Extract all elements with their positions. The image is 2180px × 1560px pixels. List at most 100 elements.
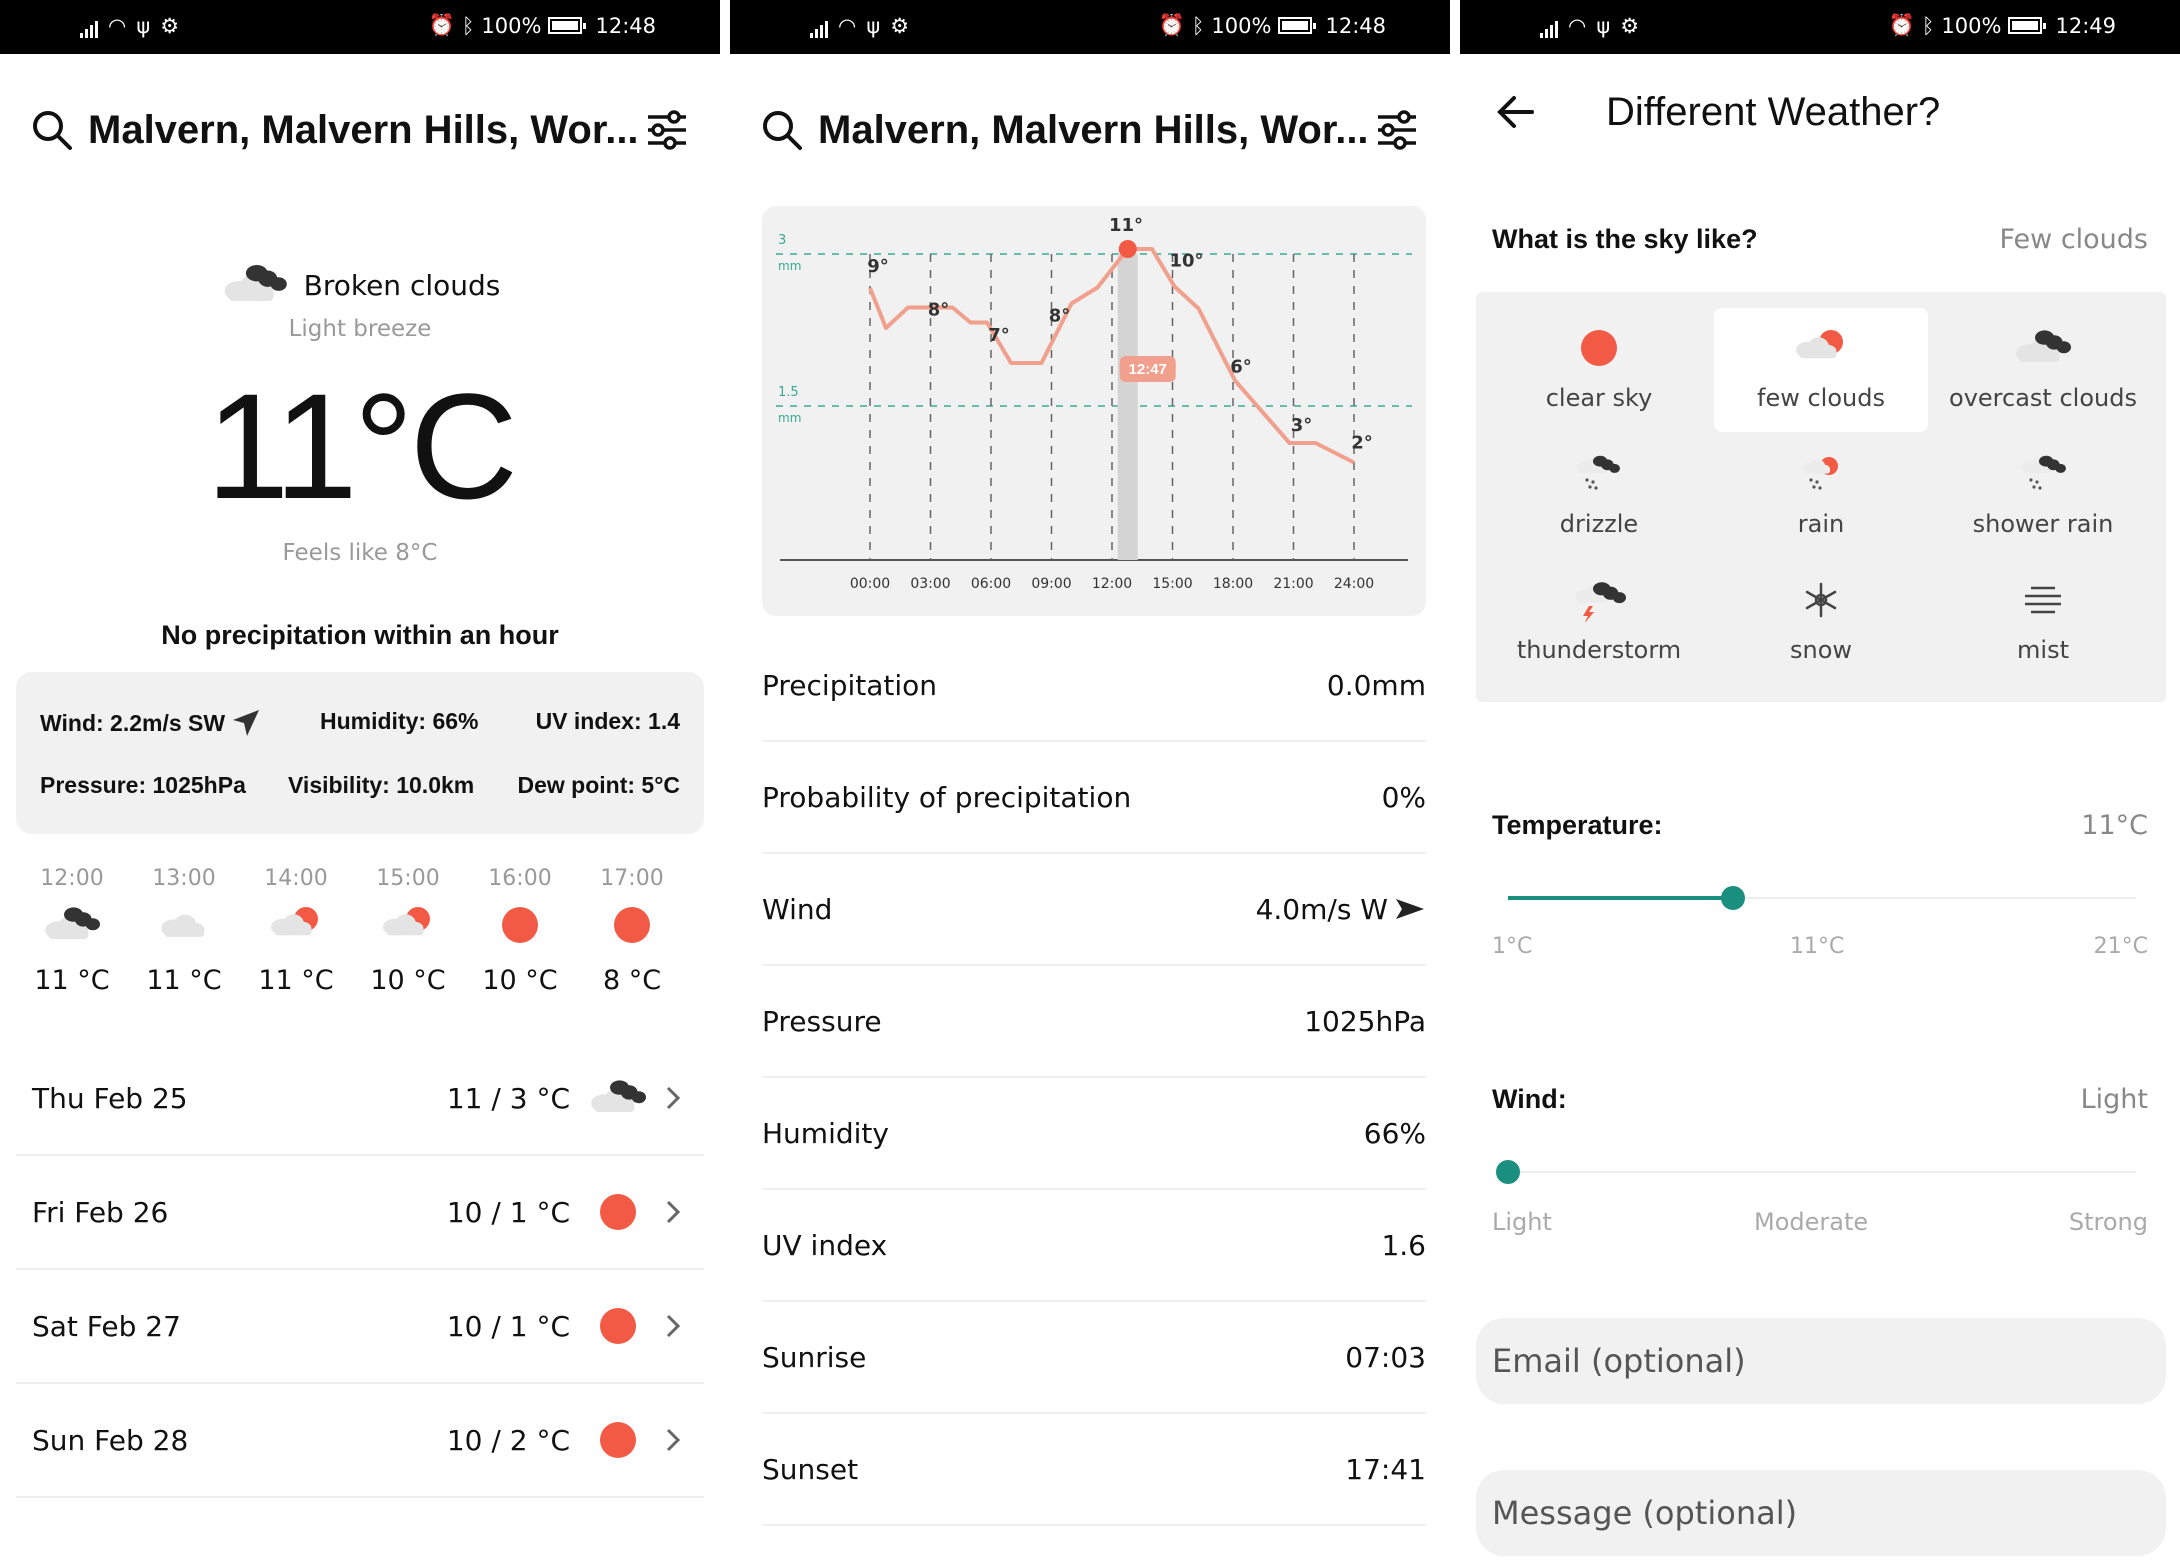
wind-slider[interactable] (1496, 1154, 2136, 1190)
daily-row[interactable]: Sun Feb 28 10 / 2 °C (16, 1384, 704, 1498)
sky-option-drizzle[interactable]: drizzle (1492, 434, 1706, 558)
chevron-right-icon[interactable] (658, 1311, 688, 1341)
sky-option-overcast-clouds[interactable]: overcast clouds (1936, 308, 2150, 432)
condition-text: Broken clouds (303, 268, 501, 302)
wind-slider-thumb[interactable] (1496, 1160, 1520, 1184)
battery-percent: 100% (481, 13, 542, 38)
details-list: Precipitation 0.0mm Probability of precipi… (762, 630, 1426, 1526)
sky-option-thunderstorm[interactable]: thunderstorm (1492, 560, 1706, 684)
hourly-item: 16:00 10 °C (478, 866, 562, 996)
temperature-chart[interactable]: 3 mm 1.5 mm 00:00 03:00 06:00 09:00 12:00 15:00 18… (762, 206, 1426, 616)
location-bar: Malvern, Malvern Hills, Wor... (30, 90, 690, 170)
search-icon[interactable] (760, 108, 804, 152)
temperature-mid: 11°C (1790, 934, 1845, 959)
usb-icon: ψ (866, 14, 881, 38)
chevron-right-icon[interactable] (658, 1083, 688, 1113)
broken-clouds-icon (220, 260, 290, 310)
header: Different Weather? (1496, 72, 2150, 152)
sky-option-label: shower rain (1972, 510, 2114, 538)
hourly-time: 14:00 (264, 866, 328, 891)
sky-option-mist[interactable]: mist (1936, 560, 2150, 684)
wind-stat: Wind: 2.2m/s SW (40, 709, 226, 736)
wind-value: Light (2080, 1084, 2148, 1115)
temperature-data-label: 8° (928, 300, 950, 321)
signal-icon (80, 20, 98, 38)
clear-sun-icon (588, 1190, 648, 1234)
pressure-stat: Pressure: 1025hPa (40, 772, 246, 798)
sky-option-clear-sky[interactable]: clear sky (1492, 308, 1706, 432)
detail-row: Pressure 1025hPa (762, 966, 1426, 1078)
location-title[interactable]: Malvern, Malvern Hills, Wor... (818, 108, 1374, 153)
signal-icon (810, 20, 828, 38)
hourly-time: 17:00 (600, 866, 664, 891)
clock: 12:49 (2055, 13, 2116, 38)
clock: 12:48 (595, 13, 656, 38)
status-bar: ◠ ψ ⚙ ⏰ ᛒ 100% 12:48 (0, 0, 720, 54)
y-tick-label: 1.5 (778, 385, 799, 400)
feels-like: Feels like 8°C (282, 540, 438, 566)
x-tick-label: 24:00 (1334, 576, 1374, 592)
overcast-cloud-icon (142, 903, 226, 959)
sky-option-label: snow (1789, 636, 1853, 664)
clear-sun-icon (1492, 326, 1706, 376)
wifi-icon: ◠ (838, 14, 857, 38)
message-field[interactable] (1476, 1470, 2166, 1556)
wifi-icon: ◠ (108, 14, 127, 38)
daily-row[interactable]: Fri Feb 26 10 / 1 °C (16, 1156, 704, 1270)
clear-sun-icon (478, 903, 562, 959)
battery-icon (2008, 17, 2047, 34)
hourly-item: 14:00 11 °C (254, 866, 338, 996)
temperature-data-label: 6° (1230, 357, 1252, 378)
detail-value: 66% (1363, 1116, 1426, 1150)
chevron-right-icon[interactable] (658, 1425, 688, 1455)
search-icon[interactable] (30, 108, 74, 152)
hourly-forecast[interactable]: 12:00 11 °C 13:00 11 °C 14:00 11 °C 15:00 1… (0, 866, 720, 1016)
location-bar: Malvern, Malvern Hills, Wor... (760, 90, 1420, 170)
page-title: Different Weather? (1606, 89, 1941, 134)
snowflake-icon (1714, 578, 1928, 628)
detail-row: UV index 1.6 (762, 1190, 1426, 1302)
daily-day: Thu Feb 25 (32, 1081, 188, 1115)
temperature-data-label: 7° (988, 325, 1010, 346)
email-field[interactable] (1476, 1318, 2166, 1404)
detail-value: 1025hPa (1304, 1004, 1426, 1038)
daily-day: Sun Feb 28 (32, 1423, 189, 1457)
daily-row[interactable]: Sat Feb 27 10 / 1 °C (16, 1270, 704, 1384)
temperature-chart-card: 3 mm 1.5 mm 00:00 03:00 06:00 09:00 12:00 15:00 18… (762, 206, 1426, 616)
filter-settings-icon[interactable] (1374, 107, 1420, 153)
detail-value: 4.0m/s W (1255, 892, 1388, 926)
usb-icon: ψ (1596, 14, 1611, 38)
temperature-slider[interactable] (1508, 880, 2136, 916)
detail-row: Wind 4.0m/s W (762, 854, 1426, 966)
temperature-data-label: 10° (1169, 251, 1203, 272)
sky-option-rain[interactable]: rain (1714, 434, 1928, 558)
bluetooth-icon: ᛒ (1191, 13, 1205, 38)
temperature-label: Temperature: (1492, 810, 1663, 840)
daily-day: Sat Feb 27 (32, 1309, 181, 1343)
details-screen: ◠ ψ ⚙ ⏰ ᛒ 100% 12:48 Malvern, Malvern Hills, … (730, 0, 1450, 1560)
detail-value: 0.0mm (1326, 668, 1426, 702)
sky-option-label: overcast clouds (1949, 384, 2137, 412)
detail-label: Pressure (762, 1004, 882, 1038)
settings-icon: ⚙ (1620, 14, 1640, 38)
chevron-right-icon[interactable] (658, 1197, 688, 1227)
detail-value: 07:03 (1345, 1340, 1426, 1374)
sky-option-few-clouds[interactable]: few clouds (1714, 308, 1928, 432)
location-title[interactable]: Malvern, Malvern Hills, Wor... (88, 108, 644, 153)
thunderstorm-icon (1492, 578, 1706, 628)
sky-option-snow[interactable]: snow (1714, 560, 1928, 684)
sky-option-shower-rain[interactable]: shower rain (1936, 434, 2150, 558)
x-tick-label: 18:00 (1213, 576, 1253, 592)
daily-range: 11 / 3 °C (446, 1081, 570, 1115)
sky-question: What is the sky like? (1492, 224, 1758, 254)
daily-row[interactable]: Thu Feb 25 11 / 3 °C (16, 1042, 704, 1156)
filter-settings-icon[interactable] (644, 107, 690, 153)
broken-clouds-icon (588, 1076, 648, 1120)
temperature-slider-thumb[interactable] (1720, 886, 1745, 910)
daily-range: 10 / 1 °C (446, 1195, 570, 1229)
feedback-screen: ◠ ψ ⚙ ⏰ ᛒ 100% 12:49 Different Weather? What … (1460, 0, 2180, 1560)
back-arrow-icon[interactable] (1496, 92, 1536, 132)
clear-sun-icon (590, 903, 674, 959)
wind-option-strong: Strong (2068, 1208, 2148, 1236)
signal-icon (1540, 20, 1558, 38)
